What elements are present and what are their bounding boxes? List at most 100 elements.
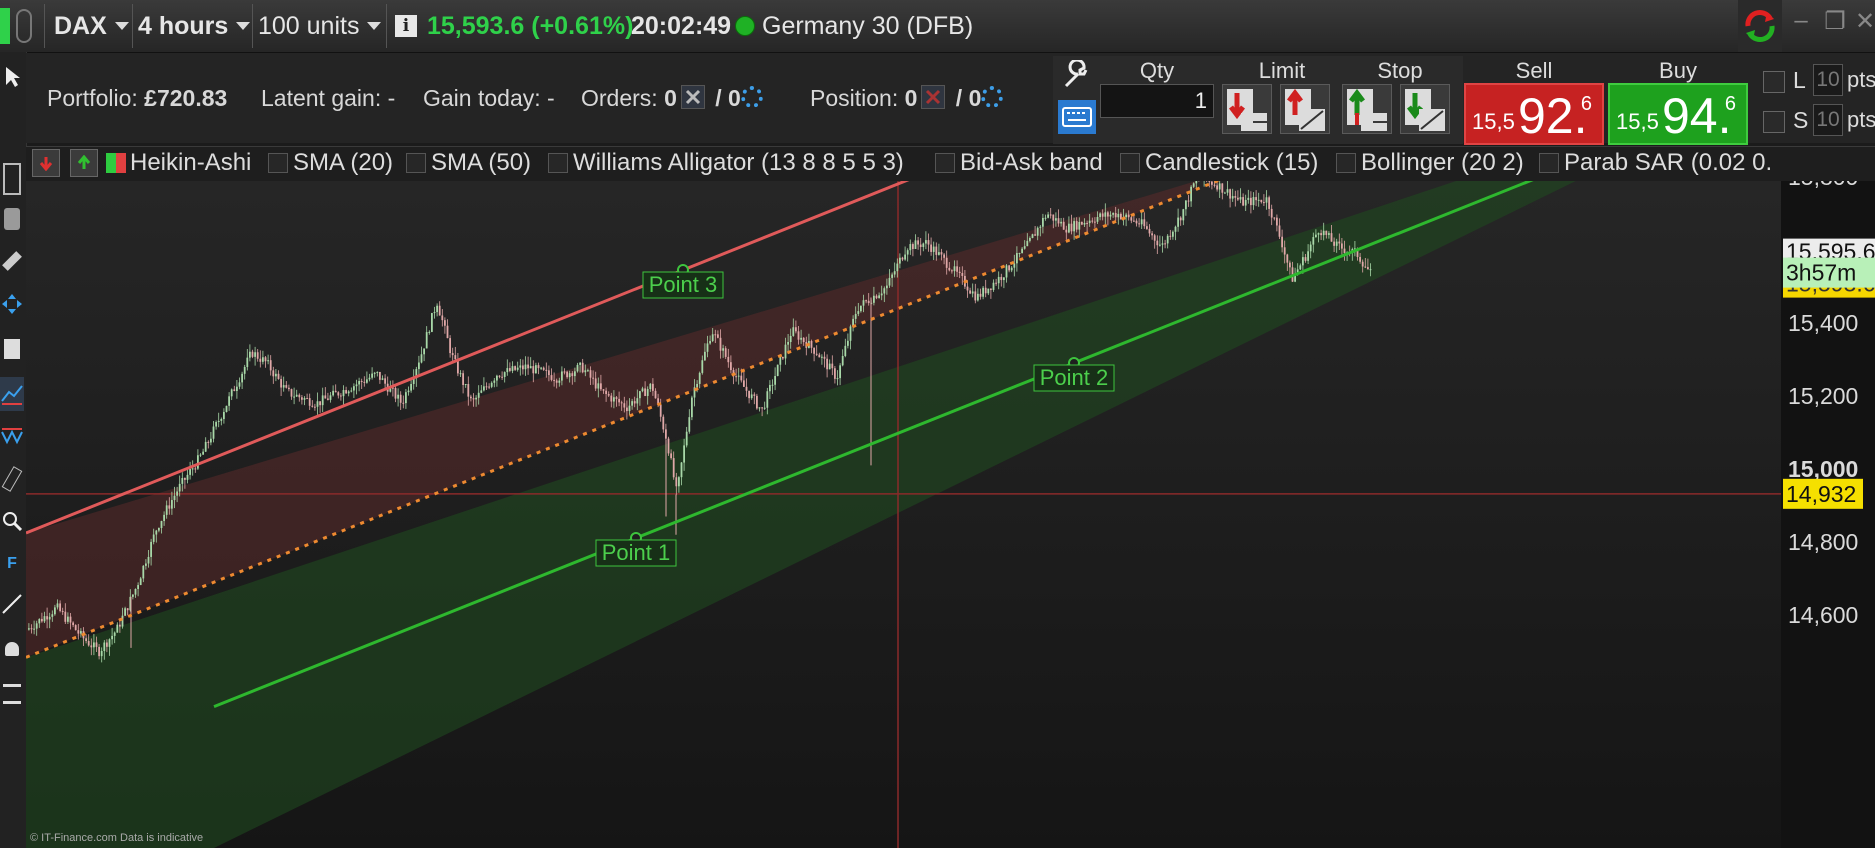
- text-tool[interactable]: [0, 677, 24, 711]
- candle-body: [420, 354, 423, 363]
- drawing-tool-5[interactable]: [0, 332, 24, 366]
- candle-body: [1104, 212, 1107, 217]
- candle-body: [886, 285, 888, 289]
- candle-body: [761, 407, 763, 409]
- gear-icon[interactable]: [981, 86, 1004, 108]
- zoom-tool[interactable]: [0, 504, 24, 538]
- indicator-checkbox[interactable]: [935, 153, 955, 173]
- gear-icon[interactable]: [740, 86, 763, 108]
- cursor-tool[interactable]: [0, 60, 24, 94]
- sell-button[interactable]: 15,5 92. 6: [1464, 83, 1604, 145]
- link-icon[interactable]: [16, 0, 38, 52]
- indicator-checkbox[interactable]: [1539, 153, 1559, 173]
- candle-body: [498, 375, 501, 377]
- candle-body: [282, 385, 285, 388]
- candle-body: [246, 357, 249, 367]
- candle-body: [919, 244, 922, 247]
- indicator-sma-20[interactable]: SMA (20): [268, 148, 393, 178]
- candle-body: [1309, 244, 1312, 252]
- candle-body: [1109, 214, 1112, 217]
- candle-body: [1333, 241, 1335, 246]
- candle-body: [696, 383, 698, 388]
- candle-body: [121, 615, 124, 627]
- candle-body: [1070, 223, 1073, 232]
- drawing-tool-2[interactable]: [0, 202, 24, 236]
- stop-pts-input[interactable]: [1813, 104, 1843, 136]
- indicator-candlestick[interactable]: Candlestick (15): [1120, 148, 1318, 178]
- close-position-icon[interactable]: [921, 85, 946, 109]
- buy-button[interactable]: 15,5 94. 6: [1608, 83, 1748, 145]
- stop-sell-button[interactable]: [1400, 84, 1450, 134]
- candle-body: [737, 375, 740, 377]
- limit-buy-icon: [1227, 89, 1267, 131]
- limit-buy-button[interactable]: [1222, 84, 1272, 134]
- drawing-tool-4[interactable]: [0, 287, 24, 321]
- indicator-checkbox[interactable]: [1336, 153, 1356, 173]
- candle-body: [43, 616, 46, 622]
- candle-body: [113, 632, 116, 636]
- indicator-alligator[interactable]: Williams Alligator (13 8 8 5 5 3): [548, 148, 904, 178]
- candle-body: [165, 505, 168, 515]
- indicator-heikin-ashi[interactable]: Heikin-Ashi: [106, 148, 251, 178]
- price-chart[interactable]: 15,80015,60015,40015,20015,00014,80014,6…: [26, 181, 1875, 848]
- keyboard-button[interactable]: [1058, 100, 1096, 134]
- limit-pts-input[interactable]: [1813, 64, 1843, 96]
- candle-body: [1338, 241, 1341, 244]
- indicator-parab-sar[interactable]: Parab SAR (0.02 0.: [1539, 148, 1772, 178]
- indicator-sma-50[interactable]: SMA (50): [406, 148, 531, 178]
- alert-tool[interactable]: [0, 632, 24, 666]
- fibonacci-tool[interactable]: F: [0, 547, 24, 581]
- download-button[interactable]: [32, 148, 60, 178]
- limit-sell-button[interactable]: [1280, 84, 1330, 134]
- chart-canvas[interactable]: 15,80015,60015,40015,20015,00014,80014,6…: [26, 181, 1875, 848]
- close-icon[interactable]: ✕: [1852, 8, 1875, 35]
- candle-body: [350, 390, 353, 392]
- stop-buy-button[interactable]: [1342, 84, 1392, 134]
- info-button[interactable]: i: [395, 0, 417, 52]
- candle-body: [464, 383, 467, 385]
- drawing-tool-1[interactable]: [0, 162, 24, 196]
- drawing-tool-8[interactable]: [0, 462, 24, 496]
- units-selector[interactable]: 100 units: [258, 0, 382, 52]
- candle-body: [558, 380, 561, 383]
- candle-body: [1130, 217, 1133, 221]
- indicator-bollinger[interactable]: Bollinger (20 2): [1336, 148, 1524, 178]
- indicator-checkbox[interactable]: [1120, 153, 1140, 173]
- drawing-tool-6[interactable]: [0, 377, 24, 411]
- candle-body: [337, 392, 340, 396]
- refresh-button[interactable]: [1738, 0, 1782, 52]
- candle-body: [1096, 217, 1099, 222]
- sell-price-fraction: 6: [1580, 93, 1592, 115]
- cancel-orders-icon[interactable]: [680, 85, 705, 109]
- candle-body: [1211, 181, 1213, 185]
- stop-checkbox[interactable]: [1763, 111, 1785, 133]
- indicator-checkbox[interactable]: [268, 153, 288, 173]
- settings-button[interactable]: [1058, 58, 1094, 94]
- minimize-icon[interactable]: –: [1788, 7, 1814, 34]
- upload-button[interactable]: [70, 148, 98, 178]
- timeframe-selector[interactable]: 4 hours: [138, 0, 251, 52]
- instrument-selector[interactable]: DAX: [54, 0, 129, 52]
- limit-checkbox[interactable]: [1763, 71, 1785, 93]
- candle-body: [1307, 251, 1309, 261]
- candle-body: [353, 386, 355, 391]
- candle-body: [623, 403, 626, 408]
- candle-body: [776, 364, 779, 377]
- drawing-tool-3[interactable]: [0, 244, 24, 278]
- candle-body: [995, 282, 997, 284]
- restore-icon[interactable]: ❐: [1822, 8, 1848, 35]
- indicator-bid-ask[interactable]: Bid-Ask band: [935, 148, 1103, 178]
- candle-body: [69, 616, 72, 623]
- qty-input[interactable]: [1100, 84, 1214, 118]
- candle-body: [927, 240, 930, 245]
- indicator-checkbox[interactable]: [406, 153, 426, 173]
- candle-body: [314, 406, 316, 408]
- candle-body: [264, 357, 267, 362]
- drawing-tool-7[interactable]: [0, 420, 24, 454]
- line-tool[interactable]: [0, 587, 24, 621]
- candle-body: [1107, 212, 1109, 217]
- candle-body: [550, 375, 553, 380]
- candle-body: [652, 383, 654, 391]
- indicator-label: Williams Alligator (13 8 8 5 5 3): [573, 149, 904, 176]
- indicator-checkbox[interactable]: [548, 153, 568, 173]
